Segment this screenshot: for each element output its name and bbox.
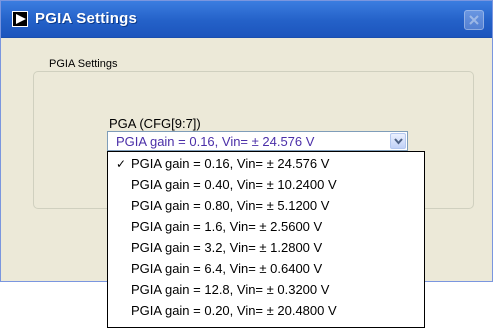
app-arrow-icon <box>12 11 28 27</box>
dropdown-option[interactable]: PGIA gain = 12.8, Vin= ± 0.3200 V <box>108 279 424 300</box>
pga-gain-selected-value: PGIA gain = 0.16, Vin= ± 24.576 V <box>116 134 315 149</box>
close-button[interactable] <box>464 10 484 30</box>
pga-gain-dropdown-list: ✓ PGIA gain = 0.16, Vin= ± 24.576 V PGIA… <box>107 151 425 328</box>
title-bar[interactable]: PGIA Settings <box>1 1 492 38</box>
dropdown-option[interactable]: PGIA gain = 0.40, Vin= ± 10.2400 V <box>108 174 424 195</box>
checkmark-icon: ✓ <box>116 157 127 171</box>
pga-gain-select[interactable]: PGIA gain = 0.16, Vin= ± 24.576 V <box>107 131 408 151</box>
pgia-settings-window: PGIA Settings PGIA Settings PGA (CFG[9:7… <box>0 0 493 328</box>
window-title: PGIA Settings <box>35 10 138 27</box>
dropdown-option[interactable]: PGIA gain = 0.20, Vin= ± 20.4800 V <box>108 300 424 321</box>
close-icon <box>469 15 479 25</box>
dropdown-option[interactable]: PGIA gain = 6.4, Vin= ± 0.6400 V <box>108 258 424 279</box>
dropdown-button[interactable] <box>390 133 406 149</box>
groupbox-label: PGIA Settings <box>45 58 122 70</box>
dropdown-option[interactable]: ✓ PGIA gain = 0.16, Vin= ± 24.576 V <box>108 153 424 174</box>
chevron-down-icon <box>394 138 403 145</box>
pga-field-label: PGA (CFG[9:7]) <box>109 116 201 131</box>
dropdown-option[interactable]: PGIA gain = 3.2, Vin= ± 1.2800 V <box>108 237 424 258</box>
dropdown-option[interactable]: PGIA gain = 0.80, Vin= ± 5.1200 V <box>108 195 424 216</box>
dropdown-option[interactable]: PGIA gain = 1.6, Vin= ± 2.5600 V <box>108 216 424 237</box>
